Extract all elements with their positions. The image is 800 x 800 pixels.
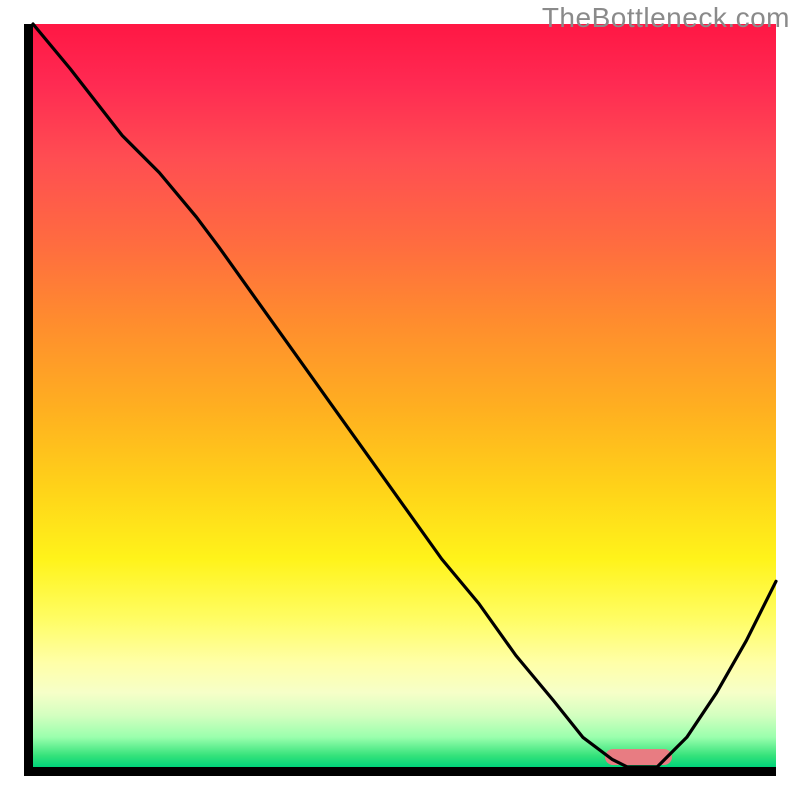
- curve-path: [33, 24, 776, 767]
- watermark-text: TheBottleneck.com: [542, 2, 790, 34]
- chart-container: TheBottleneck.com: [0, 0, 800, 800]
- bottleneck-curve: [33, 24, 776, 767]
- plot-area: [24, 24, 776, 776]
